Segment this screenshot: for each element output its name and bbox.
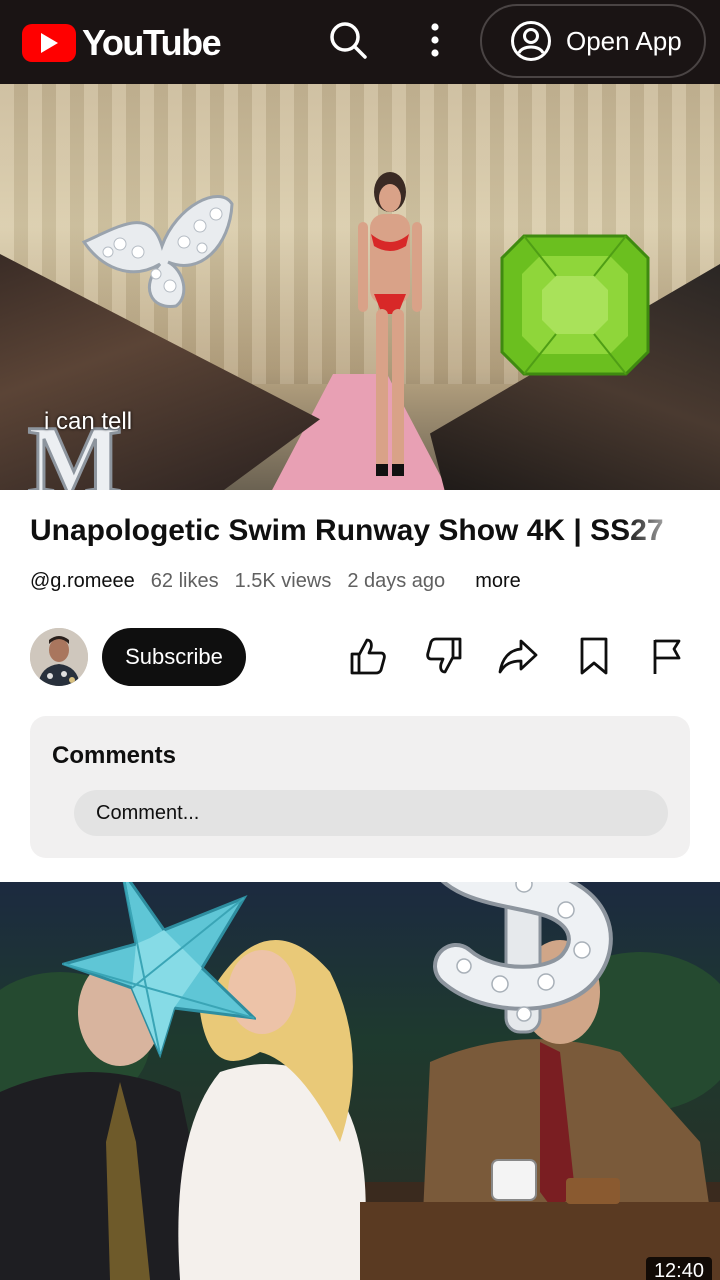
like-count: 62 likes [150, 570, 219, 592]
report-button[interactable] [646, 634, 690, 678]
channel-handle[interactable]: @g.romeee [30, 570, 135, 593]
next-video-thumbnail[interactable]: 12:40 [0, 882, 720, 1280]
diamond-dollar-sign-sticker [433, 882, 613, 1034]
video-meta-row[interactable]: @g.romeee 62 likes 1.5K views 2 days ago… [30, 570, 521, 593]
youtube-logo-text: YouTube [82, 22, 222, 63]
video-details: Unapologetic Swim Runway Show 4K | SS27 … [0, 490, 720, 882]
avatar-image [30, 628, 88, 686]
like-icon [350, 638, 386, 675]
view-count: 1.5K views [234, 570, 332, 592]
open-app-button[interactable]: Open App [480, 4, 706, 78]
diamond-butterfly-sticker [81, 195, 234, 308]
more-options-button[interactable] [418, 18, 452, 62]
report-flag-icon [653, 639, 681, 674]
dislike-button[interactable] [422, 634, 466, 678]
subscribe-button[interactable]: Subscribe [102, 628, 246, 686]
save-button[interactable] [572, 634, 616, 678]
youtube-logo[interactable]: YouTube [22, 22, 222, 64]
comment-input[interactable] [74, 790, 668, 836]
comments-heading: Comments [52, 742, 177, 769]
account-icon [511, 21, 551, 61]
youtube-logo-icon [22, 24, 76, 62]
upload-age: 2 days ago [347, 570, 446, 592]
top-app-bar: YouTube Open App [0, 0, 720, 84]
green-gem-sticker [500, 234, 650, 376]
dislike-icon [426, 637, 462, 674]
blue-crystal-star-sticker [62, 882, 256, 1058]
like-button[interactable] [346, 634, 390, 678]
channel-avatar[interactable] [30, 628, 88, 686]
comments-panel[interactable]: Comments [30, 716, 690, 858]
runway-model-figure [358, 172, 422, 476]
search-button[interactable] [326, 18, 370, 62]
more-description-link[interactable]: more [475, 570, 521, 593]
video-title[interactable]: Unapologetic Swim Runway Show 4K | SS27 [30, 514, 690, 548]
share-button[interactable] [496, 634, 540, 678]
search-icon [330, 22, 367, 59]
open-app-label: Open App [566, 25, 682, 56]
share-icon [498, 639, 538, 674]
video-duration-badge: 12:40 [645, 1257, 712, 1280]
save-icon [580, 637, 608, 675]
more-vert-icon [431, 23, 439, 57]
video-overlay-caption: i can tell [44, 408, 133, 435]
